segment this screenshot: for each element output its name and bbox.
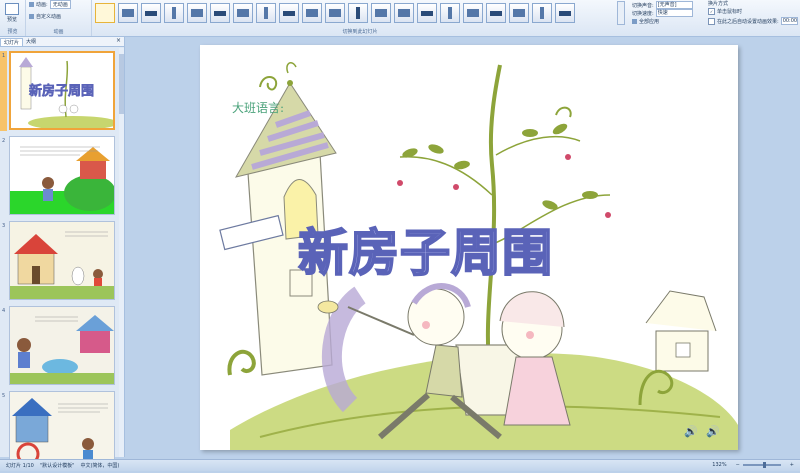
transition-push-left[interactable] (371, 3, 391, 23)
transition-dissolve[interactable] (210, 3, 230, 23)
speaker-icon-2[interactable]: 🔊 (706, 425, 720, 438)
slide-counter: 幻灯片 1/10 (6, 463, 34, 469)
switch-mode-label: 换片方式 (708, 1, 729, 7)
transition-push-right[interactable] (394, 3, 414, 23)
auto-time-input[interactable]: 00:00 (780, 17, 798, 25)
apply-all-icon (632, 19, 637, 24)
preview-button[interactable]: 预览 (3, 3, 21, 25)
close-icon[interactable]: × (116, 37, 121, 44)
gallery-scrollbar[interactable] (617, 1, 625, 25)
preview-group: 预览 预览 (0, 0, 26, 36)
slide-title[interactable]: 新房子周围 (297, 213, 553, 285)
zoom-in-icon[interactable]: + (790, 462, 794, 468)
transition-cut[interactable] (164, 3, 184, 23)
check-icon: ✓ (708, 8, 715, 15)
zoom-out-icon[interactable]: − (736, 462, 740, 468)
transition-fade[interactable] (118, 3, 138, 23)
slide-1-preview: 新房子周围 (19, 57, 113, 128)
tab-slides[interactable]: 幻灯片 (0, 37, 24, 46)
slide-2-preview (10, 146, 114, 214)
svg-text:新房子周围: 新房子周围 (29, 83, 94, 99)
transition-cover-right[interactable] (486, 3, 506, 23)
ribbon: 预览 预览 动画: 无动画 自定义动画 动画 切换到此幻灯片 切换声音: [无声… (0, 0, 800, 37)
custom-animation-button[interactable]: 自定义动画 (29, 13, 61, 20)
apply-all-button[interactable]: 全部应用 (632, 18, 659, 25)
slide-canvas[interactable]: 大班语言: 新房子周围 🔊 🔊 (200, 45, 738, 450)
transition-wipe-left[interactable] (256, 3, 276, 23)
preview-icon (5, 3, 19, 15)
slide-subtitle[interactable]: 大班语言: (232, 99, 284, 116)
transition-cover-left[interactable] (463, 3, 483, 23)
zoom-level[interactable]: 132% (712, 462, 726, 468)
animation-icon (29, 2, 34, 7)
slide-thumbnail-2[interactable]: 2 (0, 136, 118, 218)
transition-shape-diamond[interactable] (555, 3, 575, 23)
transition-cut-black[interactable] (187, 3, 207, 23)
transition-wipe-up[interactable] (302, 3, 322, 23)
transition-gallery (95, 1, 615, 25)
speed-select[interactable]: 切换速度: 快速 (632, 9, 693, 17)
zoom-slider[interactable] (742, 462, 781, 468)
on-click-checkbox[interactable]: ✓ 单击鼠标时 (708, 8, 742, 15)
slide-thumbnail-4[interactable]: 4 (0, 306, 118, 388)
panel-scrollbar[interactable] (119, 48, 124, 457)
language-indicator[interactable]: 中文(简体，中国) (80, 462, 119, 469)
custom-animation-icon (29, 14, 34, 19)
slide-3-preview (10, 222, 114, 299)
transition-cover-up[interactable] (509, 3, 529, 23)
theme-name[interactable]: "默认设计模板" (40, 462, 75, 469)
transition-wipe-down[interactable] (233, 3, 253, 23)
transition-options: 切换声音: [无声音] 切换速度: 快速 全部应用 换片方式 ✓ 单击鼠标时 在… (630, 0, 800, 36)
slide-panel: 幻灯片 大纲 × 1 新房子周围 2 3 4 5 (0, 37, 125, 470)
transition-cover-down[interactable] (440, 3, 460, 23)
tab-outline[interactable]: 大纲 (23, 38, 39, 45)
slide-thumbnail-3[interactable]: 3 (0, 221, 118, 303)
zoom-control: 132% − + (706, 462, 794, 468)
slide-thumbnail-1[interactable]: 1 新房子周围 (0, 51, 118, 133)
speaker-icon[interactable]: 🔊 (684, 425, 698, 438)
transition-split[interactable] (325, 3, 345, 23)
slide-4-preview (10, 307, 114, 384)
transition-shape-x[interactable] (532, 3, 552, 23)
transition-fade-black[interactable] (141, 3, 161, 23)
auto-after-checkbox[interactable]: 在此之后自动设置动画效果: 00:00 (708, 17, 798, 25)
animation-select[interactable]: 动画: 无动画 (29, 0, 71, 9)
panel-tabs: 幻灯片 大纲 (0, 37, 124, 47)
transition-push-down[interactable] (348, 3, 368, 23)
transition-none[interactable] (95, 3, 115, 23)
transition-wipe-right[interactable] (279, 3, 299, 23)
transition-push-up[interactable] (417, 3, 437, 23)
status-bar: 幻灯片 1/10 "默认设计模板" 中文(简体，中国) 132% − + (0, 459, 800, 471)
sound-select[interactable]: 切换声音: [无声音] (632, 1, 693, 9)
animation-group: 动画: 无动画 自定义动画 动画 (26, 0, 92, 36)
